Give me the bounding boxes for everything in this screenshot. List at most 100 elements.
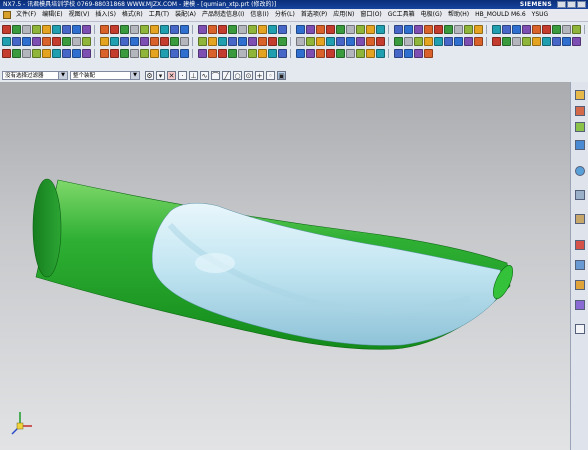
toolbar-button[interactable] [316,24,325,34]
menu-electrode[interactable]: 电极(G) [418,9,445,21]
toolbar-button[interactable] [394,48,403,58]
toolbar-button[interactable] [130,48,139,58]
minimize-button[interactable] [557,1,566,8]
reuse-library-icon[interactable] [575,140,585,150]
toolbar-button[interactable] [316,48,325,58]
curve-icon[interactable]: ∿ [200,70,209,80]
menu-window[interactable]: 窗口(O) [357,9,384,21]
toolbar-button[interactable] [542,36,551,46]
toolbar-button[interactable] [180,48,189,58]
toolbar-button[interactable] [562,24,571,34]
toolbar-button[interactable] [552,24,561,34]
toolbar-button[interactable] [562,36,571,46]
toolbar-button[interactable] [160,24,169,34]
toolbar-button[interactable] [208,24,217,34]
toolbar-button[interactable] [296,36,305,46]
toolbar-button[interactable] [42,36,51,46]
toolbar-button[interactable] [316,36,325,46]
toolbar-button[interactable] [336,36,345,46]
toolbar-button[interactable] [376,48,385,58]
toolbar-button[interactable] [306,24,315,34]
toolbar-button[interactable] [198,24,207,34]
toolbar-button[interactable] [170,24,179,34]
toolbar-button[interactable] [2,24,11,34]
toolbar-button[interactable] [532,24,541,34]
toolbar-button[interactable] [424,24,433,34]
toolbar-button[interactable] [82,36,91,46]
menu-preferences[interactable]: 首选项(P) [298,9,330,21]
menu-gc-toolkit[interactable]: GC工具箱 [385,9,418,21]
toolbar-button[interactable] [522,36,531,46]
toolbar-button[interactable] [336,24,345,34]
toolbar-button[interactable] [414,48,423,58]
toolbar-button[interactable] [258,48,267,58]
toolbar-button[interactable] [502,36,511,46]
toolbar-button[interactable] [424,48,433,58]
toolbar-button[interactable] [522,24,531,34]
toolbar-button[interactable] [296,48,305,58]
filter-icon[interactable]: ▾ [156,70,165,80]
toolbar-button[interactable] [356,48,365,58]
manufacturing-wizard-icon[interactable] [575,260,585,270]
menu-information[interactable]: 信息(I) [247,9,271,21]
toolbar-button[interactable] [512,24,521,34]
snap-icon[interactable]: ✕ [167,70,176,80]
toolbar-button[interactable] [444,24,453,34]
toolbar-button[interactable] [2,36,11,46]
toolbar-button[interactable] [208,36,217,46]
toolbar-button[interactable] [238,36,247,46]
toolbar-button[interactable] [32,36,41,46]
web-browser-icon[interactable] [575,166,585,176]
toolbar-button[interactable] [22,36,31,46]
center-point-icon[interactable]: ⊙ [244,70,253,80]
selection-scope-dropdown[interactable]: 整个装配 ▼ [70,70,140,80]
toolbar-button[interactable] [12,48,21,58]
toolbar-button[interactable] [296,24,305,34]
toolbar-button[interactable] [366,24,375,34]
toolbar-button[interactable] [160,48,169,58]
toolbar-button[interactable] [454,36,463,46]
roles-icon[interactable] [575,300,585,310]
toolbar-button[interactable] [198,36,207,46]
system-visualization-icon[interactable] [575,324,585,334]
toolbar-button[interactable] [12,24,21,34]
toolbar-button[interactable] [228,24,237,34]
menu-pmi[interactable]: 产品制造信息(I) [199,9,247,21]
toolbar-button[interactable] [434,36,443,46]
toolbar-button[interactable] [258,36,267,46]
toolbar-button[interactable] [248,48,257,58]
toolbar-button[interactable] [326,36,335,46]
toolbar-button[interactable] [218,36,227,46]
toolbar-button[interactable] [82,24,91,34]
part-navigator-icon[interactable] [575,122,585,132]
toolbar-button[interactable] [170,48,179,58]
toolbar-button[interactable] [464,36,473,46]
toolbar-button[interactable] [62,36,71,46]
graphics-viewport[interactable] [0,82,570,450]
menu-insert[interactable]: 插入(S) [92,9,119,21]
toolbar-button[interactable] [110,48,119,58]
toolbar-button[interactable] [394,36,403,46]
menu-hb-mould[interactable]: HB_MOULD M6.6 [472,9,529,21]
maximize-button[interactable] [567,1,576,8]
toolbar-button[interactable] [100,24,109,34]
line-icon[interactable]: ╱ [222,70,231,80]
toolbar-button[interactable] [72,36,81,46]
toolbar-button[interactable] [150,48,159,58]
toolbar-button[interactable] [394,24,403,34]
arc-icon[interactable]: ⌒ [211,70,220,80]
toolbar-button[interactable] [326,48,335,58]
toolbar-button[interactable] [444,36,453,46]
toolbar-button[interactable] [72,24,81,34]
toolbar-button[interactable] [278,48,287,58]
menu-view[interactable]: 视图(V) [66,9,93,21]
toolbar-button[interactable] [356,24,365,34]
toolbar-button[interactable] [454,24,463,34]
toolbar-button[interactable] [32,24,41,34]
general-selection-icon[interactable]: ⚙ [145,70,154,80]
toolbar-button[interactable] [228,36,237,46]
circle-icon[interactable]: ○ [233,70,242,80]
toolbar-button[interactable] [346,24,355,34]
process-studio-icon[interactable] [575,240,585,250]
toolbar-button[interactable] [218,24,227,34]
